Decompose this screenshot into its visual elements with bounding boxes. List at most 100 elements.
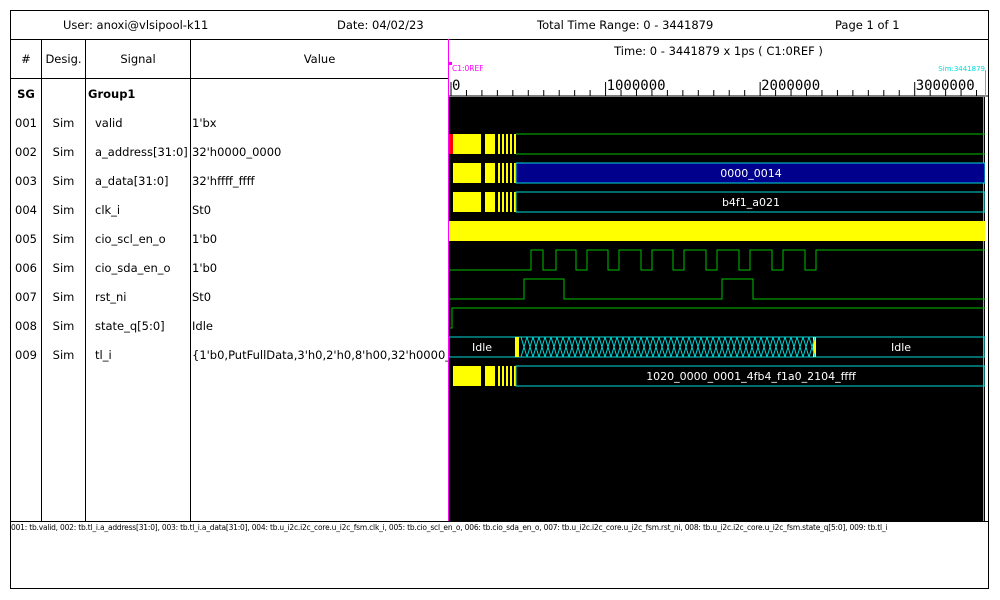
signal-name[interactable]: a_address[31:0] bbox=[95, 142, 188, 162]
signal-name[interactable]: cio_scl_en_o bbox=[95, 229, 166, 249]
signal-desig: Sim bbox=[52, 174, 75, 188]
valid-activity bbox=[498, 134, 500, 154]
valid-activity bbox=[485, 134, 495, 154]
col-desig-heading: Desig. bbox=[45, 52, 82, 66]
tl-activity bbox=[498, 366, 500, 386]
state-transition bbox=[515, 337, 519, 357]
waveform-area[interactable]: 0000_0014 b4f1_a021 Idle Idle 1020_0000_0001… bbox=[449, 97, 985, 521]
signal-name[interactable]: cio_sda_en_o bbox=[95, 258, 171, 278]
time-ruler: C1:0REF Sim:3441879 0 1000000 2000000 3000000 bbox=[449, 40, 988, 97]
signal-num: 003 bbox=[15, 174, 37, 188]
signal-value: 1'bx bbox=[192, 116, 217, 130]
signal-desig: Sim bbox=[52, 319, 75, 333]
data-activity bbox=[502, 192, 504, 212]
signal-num: 002 bbox=[15, 145, 37, 159]
state-value-left: Idle bbox=[472, 341, 492, 354]
valid-activity bbox=[514, 134, 516, 154]
valid-activity bbox=[506, 134, 508, 154]
signal-name[interactable]: tl_i bbox=[95, 345, 112, 365]
address-activity bbox=[453, 163, 481, 183]
signal-num: 008 bbox=[15, 319, 37, 333]
scl-trace bbox=[449, 249, 985, 271]
state-value-right: Idle bbox=[891, 341, 911, 354]
group-tag: SG bbox=[17, 87, 35, 101]
data-activity bbox=[498, 192, 500, 212]
tl-activity bbox=[453, 366, 481, 386]
signal-desig: Sim bbox=[52, 261, 75, 275]
col-value-heading: Value bbox=[303, 52, 336, 66]
tl-activity bbox=[510, 366, 512, 386]
address-activity bbox=[485, 163, 495, 183]
signal-desig: Sim bbox=[52, 203, 75, 217]
signal-value: 1'b0 bbox=[192, 232, 218, 246]
sda-trace bbox=[449, 278, 985, 300]
data-activity bbox=[485, 192, 495, 212]
signal-num: 009 bbox=[15, 348, 37, 362]
signal-num: 007 bbox=[15, 290, 37, 304]
date-label: Date: 04/02/23 bbox=[337, 18, 424, 32]
clock-trace bbox=[449, 221, 985, 241]
col-separator bbox=[85, 39, 86, 521]
group-name[interactable]: Group1 bbox=[88, 84, 135, 104]
signal-desig: Sim bbox=[52, 348, 75, 362]
time-range-label: Total Time Range: 0 - 3441879 bbox=[537, 18, 714, 32]
signal-value: {1'b0,PutFullData,3'h0,2'h0,8'h00,32'h00… bbox=[192, 348, 448, 362]
signal-num: 005 bbox=[15, 232, 37, 246]
signal-desig: Sim bbox=[52, 232, 75, 246]
signal-num: 006 bbox=[15, 261, 37, 275]
signal-num: 001 bbox=[15, 116, 37, 130]
signal-name[interactable]: a_data[31:0] bbox=[95, 171, 169, 191]
tl-activity bbox=[506, 366, 508, 386]
valid-activity bbox=[502, 134, 504, 154]
signal-value: 32'h0000_0000 bbox=[192, 145, 282, 159]
ruler-tick-label: 3000000 bbox=[916, 78, 975, 94]
column-header-divider bbox=[11, 78, 449, 79]
col-separator bbox=[41, 39, 42, 521]
col-signal-heading: Signal bbox=[120, 52, 156, 66]
tl-activity bbox=[485, 366, 495, 386]
data-bus-value: b4f1_a021 bbox=[722, 196, 780, 209]
valid-activity bbox=[453, 134, 481, 154]
waveform-svg: 0000_0014 b4f1_a021 Idle Idle 1020_0000_0001… bbox=[449, 97, 985, 521]
ruler-tick-label: 2000000 bbox=[761, 78, 820, 94]
signal-desig: Sim bbox=[52, 116, 75, 130]
cursor-marker bbox=[449, 62, 452, 65]
address-bus-value: 0000_0014 bbox=[720, 167, 782, 180]
data-activity bbox=[506, 192, 508, 212]
signal-num: 004 bbox=[15, 203, 37, 217]
signal-value: Idle bbox=[192, 319, 213, 333]
cursor-label: C1:0REF bbox=[452, 64, 484, 73]
user-label: User: anoxi@vlsipool-k11 bbox=[63, 18, 209, 32]
col-num-heading: # bbox=[21, 52, 31, 66]
signal-value: St0 bbox=[192, 290, 212, 304]
ruler-svg: C1:0REF Sim:3441879 0 1000000 2000000 3000000 bbox=[449, 62, 988, 97]
ruler-tick-label: 0 bbox=[452, 78, 460, 94]
data-activity bbox=[453, 192, 481, 212]
address-activity bbox=[510, 163, 512, 183]
address-activity bbox=[506, 163, 508, 183]
waveform-print-page: User: anoxi@vlsipool-k11 Date: 04/02/23 … bbox=[10, 10, 989, 589]
signal-value: 1'b0 bbox=[192, 261, 218, 275]
end-marker-label: Sim:3441879 bbox=[938, 65, 985, 73]
signal-name[interactable]: valid bbox=[95, 113, 123, 133]
signal-name[interactable]: clk_i bbox=[95, 200, 120, 220]
state-transitions-dense bbox=[520, 336, 816, 358]
signal-path-footnote: 001: tb.valid, 002: tb.tl_i.a_address[31… bbox=[11, 523, 888, 532]
signal-name[interactable]: rst_ni bbox=[95, 287, 126, 307]
tl-activity bbox=[502, 366, 504, 386]
reset-trace bbox=[450, 307, 985, 329]
signal-value: St0 bbox=[192, 203, 212, 217]
valid-activity bbox=[510, 134, 512, 154]
signal-desig: Sim bbox=[52, 290, 75, 304]
address-activity bbox=[502, 163, 504, 183]
signal-value: 32'hffff_ffff bbox=[192, 174, 255, 188]
tl-bus-value: 1020_0000_0001_4fb4_f1a0_2104_ffff bbox=[646, 370, 856, 383]
page-label: Page 1 of 1 bbox=[835, 18, 900, 32]
address-activity bbox=[498, 163, 500, 183]
data-activity bbox=[510, 192, 512, 212]
signal-desig: Sim bbox=[52, 145, 75, 159]
col-separator bbox=[190, 39, 191, 521]
valid-unknown bbox=[449, 134, 453, 154]
signal-name[interactable]: state_q[5:0] bbox=[95, 316, 165, 336]
ruler-tick-label: 1000000 bbox=[607, 78, 666, 94]
